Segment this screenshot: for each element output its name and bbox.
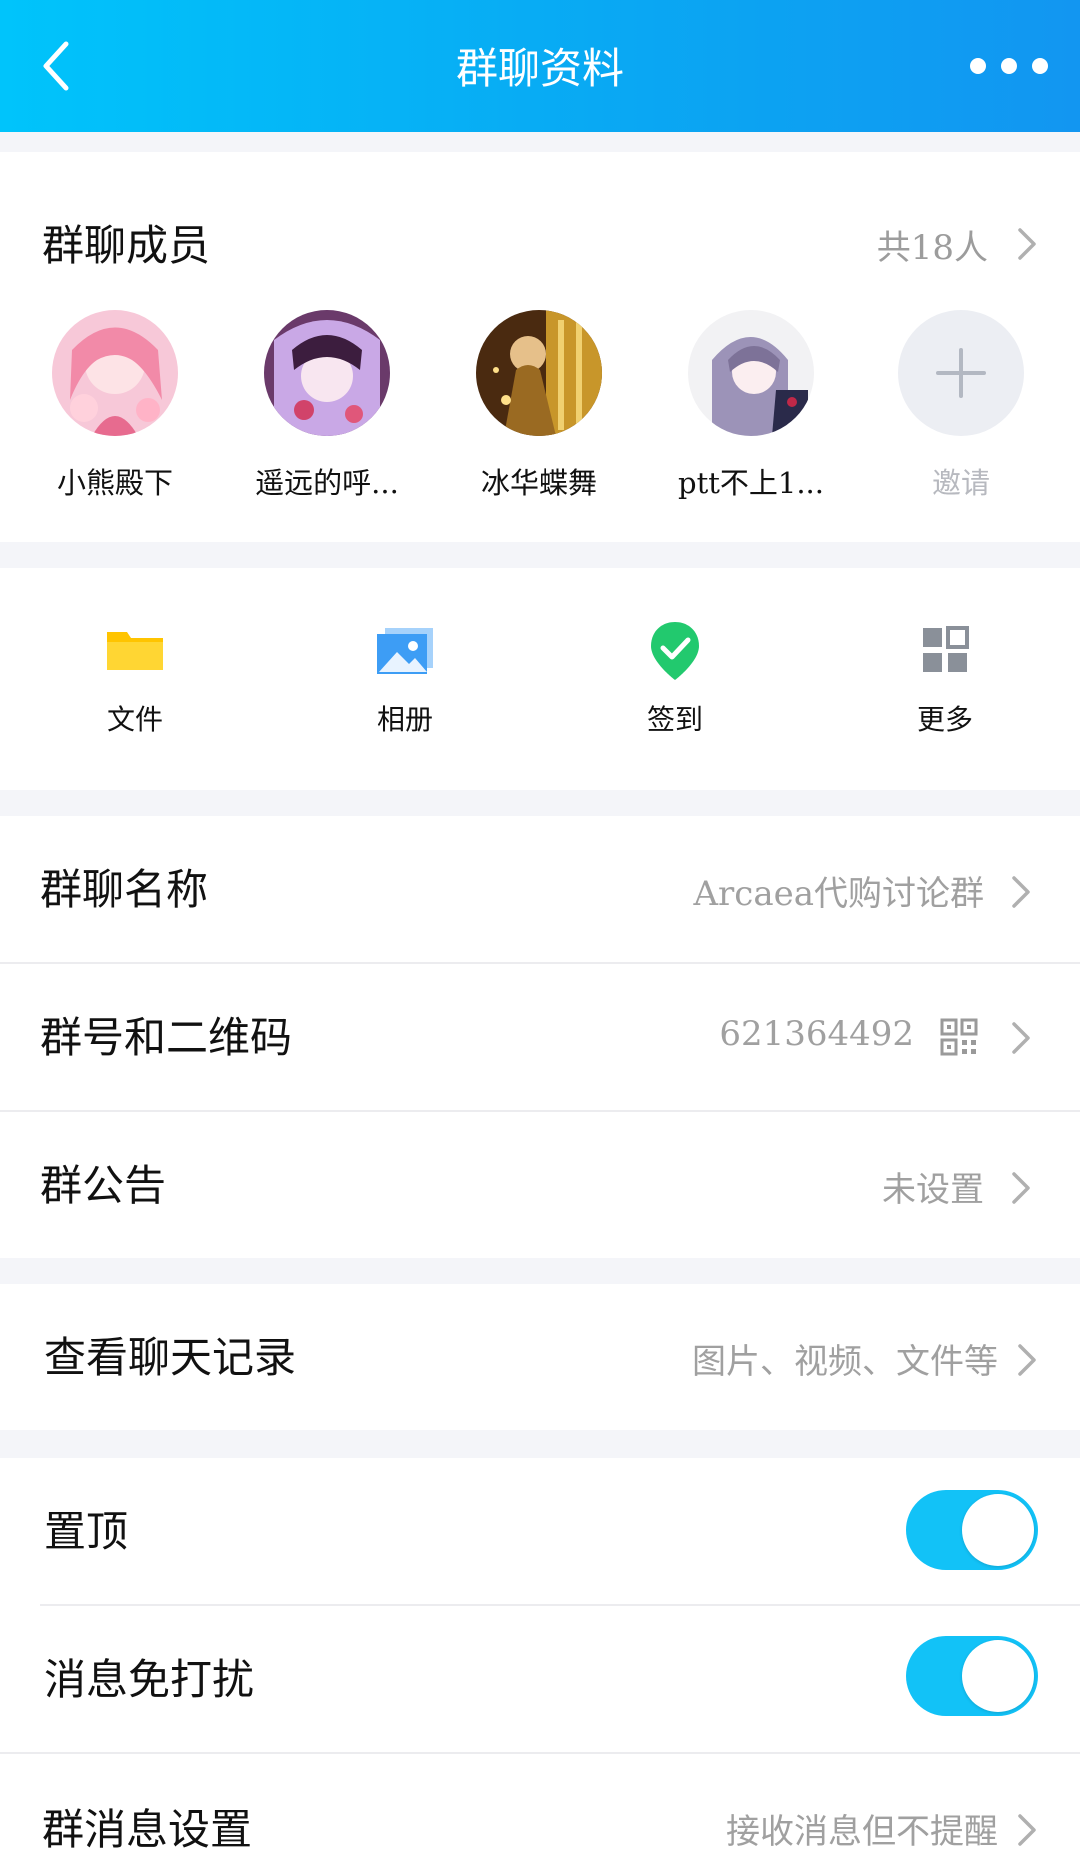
chevron-right-icon <box>1018 1344 1036 1376</box>
more-button[interactable] <box>964 50 1054 82</box>
avatar <box>688 310 814 436</box>
shortcut-label: 相册 <box>376 703 433 736</box>
avatar <box>264 310 390 436</box>
member-name: ptt不上1... <box>678 466 824 500</box>
more-dots-icon <box>970 58 1048 74</box>
toggle-knob <box>962 1494 1034 1566</box>
pin-label: 置顶 <box>44 1507 129 1556</box>
group-name-row[interactable]: 群聊名称 Arcaea代购讨论群 <box>0 816 1080 962</box>
shortcut-label: 签到 <box>646 703 703 736</box>
member-count[interactable]: 共18人 <box>877 220 988 269</box>
chevron-right-icon[interactable] <box>1016 226 1038 262</box>
chevron-right-icon <box>1012 876 1030 908</box>
folder-icon <box>103 618 167 682</box>
pin-row: 置顶 <box>0 1458 1080 1604</box>
group-name-value: Arcaea代购讨论群 <box>693 874 984 914</box>
shortcut-album[interactable]: 相册 <box>315 618 495 738</box>
photo-album-icon <box>373 618 437 682</box>
member-name: 小熊殿下 <box>56 466 173 500</box>
mute-row: 消息免打扰 <box>0 1606 1080 1752</box>
chat-settings-section: 置顶 消息免打扰 群消息设置 接收消息但不提醒 <box>0 1458 1080 1858</box>
shortcut-label: 更多 <box>916 703 973 736</box>
invite-member-button[interactable]: 邀请 <box>866 310 1056 502</box>
mute-toggle[interactable] <box>906 1636 1038 1716</box>
member-avatar-item[interactable]: 冰华蝶舞 <box>444 310 634 502</box>
shortcuts-section: 文件 相册 签到 更多 <box>0 568 1080 790</box>
chat-history-section: 查看聊天记录 图片、视频、文件等 <box>0 1284 1080 1430</box>
group-name-label: 群聊名称 <box>40 865 209 914</box>
invite-label: 邀请 <box>931 466 990 500</box>
toggle-knob <box>962 1640 1034 1712</box>
chat-history-row[interactable]: 查看聊天记录 图片、视频、文件等 <box>0 1284 1080 1430</box>
chevron-right-icon <box>1012 1022 1030 1054</box>
mute-label: 消息免打扰 <box>44 1655 255 1704</box>
shortcut-label: 文件 <box>106 703 163 736</box>
members-section: 群聊成员 共18人 小熊殿下 遥远的呼... 冰华蝶舞 ptt不上1... 邀请 <box>0 152 1080 542</box>
member-avatar-item[interactable]: 小熊殿下 <box>20 310 210 502</box>
group-id-label: 群号和二维码 <box>40 1013 293 1062</box>
shortcut-more[interactable]: 更多 <box>855 618 1035 738</box>
member-avatar-item[interactable]: 遥远的呼... <box>232 310 422 502</box>
avatar <box>476 310 602 436</box>
group-notice-label: 群公告 <box>40 1161 167 1210</box>
pin-toggle[interactable] <box>906 1490 1038 1570</box>
group-message-setting-value: 接收消息但不提醒 <box>726 1812 998 1852</box>
group-message-setting-label: 群消息设置 <box>42 1805 253 1854</box>
check-in-icon <box>643 618 707 682</box>
shortcut-checkin[interactable]: 签到 <box>585 618 765 738</box>
group-notice-row[interactable]: 群公告 未设置 <box>0 1112 1080 1258</box>
add-icon <box>898 310 1024 436</box>
top-bar: 群聊资料 <box>0 0 1080 132</box>
chevron-right-icon <box>1012 1172 1030 1204</box>
group-notice-value: 未设置 <box>882 1170 984 1210</box>
shortcut-files[interactable]: 文件 <box>45 618 225 738</box>
group-id-qr-row[interactable]: 群号和二维码 621364492 <box>0 964 1080 1110</box>
chat-history-label: 查看聊天记录 <box>44 1333 297 1382</box>
page-title: 群聊资料 <box>455 44 624 93</box>
member-avatar-item[interactable]: ptt不上1... <box>656 310 846 502</box>
grid-more-icon <box>913 618 977 682</box>
chat-history-value: 图片、视频、文件等 <box>692 1342 998 1382</box>
members-title: 群聊成员 <box>42 221 211 270</box>
group-message-setting-row[interactable]: 群消息设置 接收消息但不提醒 <box>0 1754 1080 1858</box>
group-info-section: 群聊名称 Arcaea代购讨论群 群号和二维码 621364492 群公告 未设… <box>0 816 1080 1258</box>
member-name: 冰华蝶舞 <box>480 466 597 500</box>
qr-code-icon <box>940 1018 978 1056</box>
chevron-right-icon <box>1018 1814 1036 1846</box>
member-name: 遥远的呼... <box>255 466 399 500</box>
avatar <box>52 310 178 436</box>
group-id-value: 621364492 <box>719 1014 914 1054</box>
